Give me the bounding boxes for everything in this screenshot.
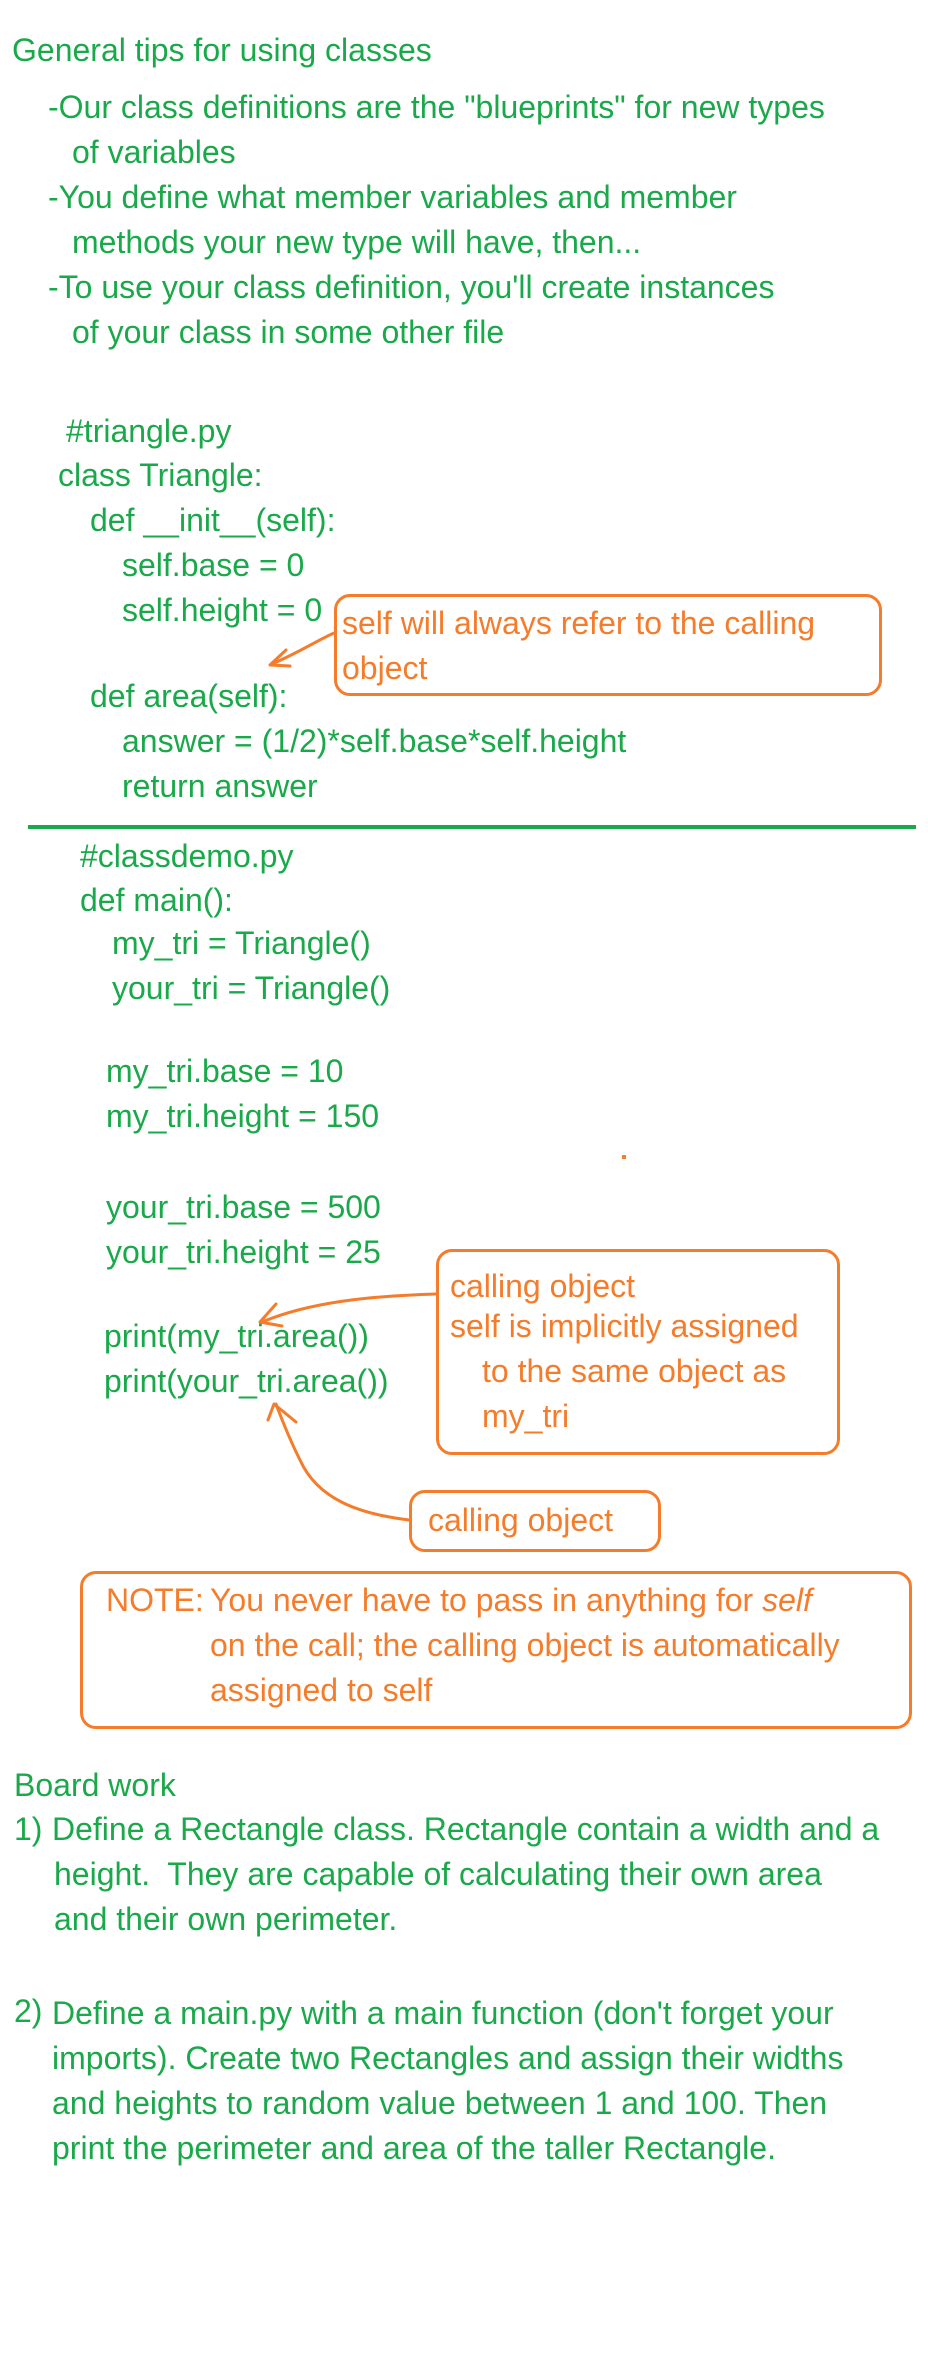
board-item-number: 2) xyxy=(14,1993,43,2029)
section-divider xyxy=(28,825,916,829)
calling-note-line: to the same object as xyxy=(482,1353,787,1389)
board-item-number: 1) xyxy=(14,1811,43,1847)
code-line: def area(self): xyxy=(90,678,288,714)
code-line: your_tri.height = 25 xyxy=(106,1234,381,1270)
board-item-line: Define a Rectangle class. Rectangle cont… xyxy=(52,1811,880,1847)
code-line: print(your_tri.area()) xyxy=(104,1363,389,1399)
calling-note-line: self is implicitly assigned xyxy=(450,1308,799,1344)
calling-arrow-2 xyxy=(274,1402,411,1522)
note-prefix: NOTE: xyxy=(106,1582,204,1618)
tips-line: of variables xyxy=(72,134,236,170)
code-line: my_tri = Triangle() xyxy=(112,925,371,961)
code-line: your_tri = Triangle() xyxy=(112,970,391,1006)
code-line: #triangle.py xyxy=(66,413,232,449)
board-item-line: and heights to random value between 1 an… xyxy=(52,2085,828,2121)
self-arrow-head xyxy=(268,648,292,668)
stray-dot xyxy=(622,1155,626,1159)
tips-line: of your class in some other file xyxy=(72,314,505,350)
board-item-line: height. They are capable of calculating … xyxy=(54,1856,822,1892)
board-item-line: Define a main.py with a main function (d… xyxy=(52,1995,834,2031)
note-self-word: self xyxy=(762,1582,812,1618)
tips-line: methods your new type will have, then... xyxy=(72,224,642,260)
note-line-text: You never have to pass in anything for xyxy=(210,1582,754,1618)
self-note-line: self will always refer to the calling xyxy=(342,605,816,641)
code-line: your_tri.base = 500 xyxy=(106,1189,381,1225)
board-item-line: print the perimeter and area of the tall… xyxy=(52,2130,776,2166)
calling-arrow-2-head xyxy=(266,1402,298,1424)
self-note-line: object xyxy=(342,650,428,686)
code-line: answer = (1/2)*self.base*self.height xyxy=(122,723,627,759)
tips-line: -You define what member variables and me… xyxy=(48,179,737,215)
note-line: on the call; the calling object is autom… xyxy=(210,1627,840,1663)
code-line: self.height = 0 xyxy=(122,592,323,628)
calling-note-line: my_tri xyxy=(482,1398,570,1434)
code-line: #classdemo.py xyxy=(80,838,294,874)
board-item-line: and their own perimeter. xyxy=(54,1901,398,1937)
code-line: my_tri.height = 150 xyxy=(106,1098,380,1134)
note-line: You never have to pass in anything for s… xyxy=(210,1577,812,1623)
tips-heading: General tips for using classes xyxy=(12,32,432,68)
code-line: self.base = 0 xyxy=(122,547,305,583)
calling-note2: calling object xyxy=(428,1502,613,1538)
code-line: my_tri.base = 10 xyxy=(106,1053,344,1089)
board-item-line: imports). Create two Rectangles and assi… xyxy=(52,2040,844,2076)
code-line: def main(): xyxy=(80,882,233,918)
tips-line: -To use your class definition, you'll cr… xyxy=(48,269,775,305)
board-heading: Board work xyxy=(14,1767,176,1803)
self-arrow xyxy=(270,631,336,666)
note-line: assigned to self xyxy=(210,1672,433,1708)
code-line: print(my_tri.area()) xyxy=(104,1318,369,1354)
code-line: class Triangle: xyxy=(58,457,263,493)
code-line: def __init__(self): xyxy=(90,502,336,538)
tips-line: -Our class definitions are the "blueprin… xyxy=(48,89,825,125)
code-line: return answer xyxy=(122,768,318,804)
